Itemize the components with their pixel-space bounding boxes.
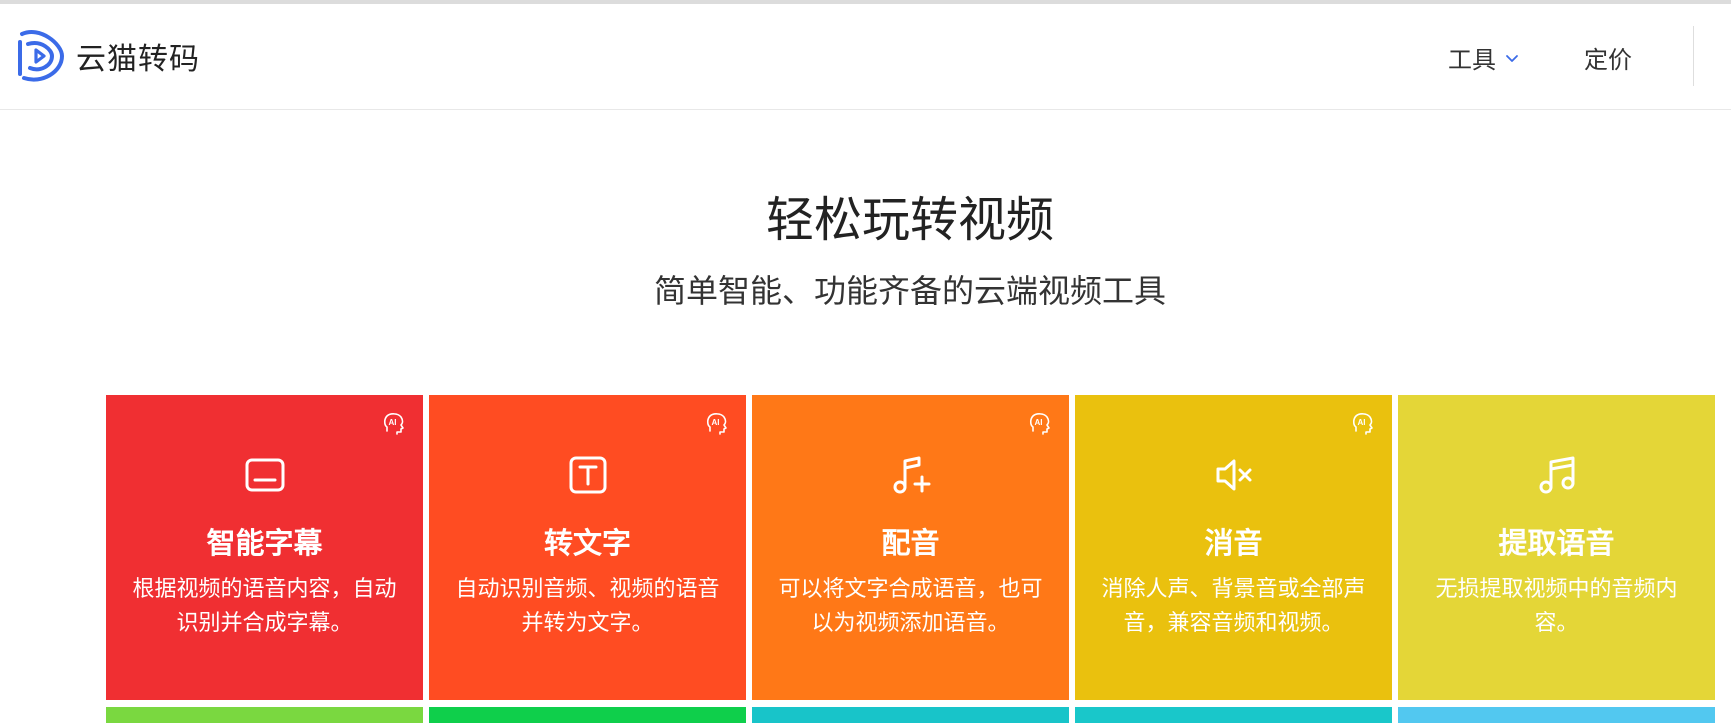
svg-text:AI: AI [1358, 418, 1366, 427]
ai-badge-icon: AI [1352, 413, 1373, 435]
text-icon [569, 456, 606, 494]
subtitle-icon [245, 458, 284, 492]
mute-icon [1216, 459, 1251, 491]
nav-divider [1693, 26, 1694, 86]
nav-pricing[interactable]: 定价 [1584, 40, 1632, 75]
tool-card-speech-to-text[interactable]: AI 转文字 自动识别音频、视频的语音并转为文字。 [429, 395, 746, 700]
tool-card-row2-5[interactable] [1398, 707, 1715, 723]
ai-badge-icon: AI [706, 413, 727, 435]
tool-card-row2-1[interactable] [106, 707, 423, 723]
logo[interactable]: 云猫转码 [14, 28, 200, 84]
brand-name: 云猫转码 [76, 42, 200, 77]
card-title: 配音 [881, 526, 940, 560]
ai-badge-icon: AI [383, 413, 404, 435]
card-desc: 可以将文字合成语音，也可以为视频添加语音。 [778, 577, 1043, 636]
music-icon [1539, 456, 1574, 494]
hero-subtitle: 简单智能、功能齐备的云端视频工具 [653, 272, 1166, 310]
card-title: 消音 [1204, 526, 1263, 560]
chevron-down-icon [1506, 54, 1518, 62]
nav-tools[interactable]: 工具 [1448, 40, 1520, 75]
card-title: 转文字 [543, 526, 631, 560]
ai-badge-icon: AI [1029, 413, 1050, 435]
nav-tools-label: 工具 [1448, 46, 1496, 74]
card-title: 智能字幕 [206, 526, 323, 560]
svg-text:AI: AI [1035, 418, 1043, 427]
cloud-cat-logo-icon [18, 30, 65, 82]
card-title: 提取语音 [1498, 526, 1615, 560]
hero-title: 轻松玩转视频 [765, 192, 1054, 248]
tool-card-row2-4[interactable] [1075, 707, 1392, 723]
tool-card-smart-subtitle[interactable]: AI 智能字幕 根据视频的语音内容，自动识别并合成字幕。 [106, 395, 423, 700]
tool-card-dubbing[interactable]: AI 配音 可以将文字合成语音，也可以为视频添加语音。 [752, 395, 1069, 700]
header: 云猫转码 工具 定价 [0, 4, 1731, 110]
card-desc: 自动识别音频、视频的语音并转为文字。 [455, 577, 720, 636]
svg-text:AI: AI [389, 418, 397, 427]
card-desc: 消除人声、背景音或全部声音，兼容音频和视频。 [1101, 577, 1366, 636]
card-desc: 根据视频的语音内容，自动识别并合成字幕。 [132, 577, 397, 636]
tool-card-mute[interactable]: AI 消音 消除人声、背景音或全部声音，兼容音频和视频。 [1075, 395, 1392, 700]
svg-text:AI: AI [712, 418, 720, 427]
card-desc: 无损提取视频中的音频内容。 [1435, 577, 1678, 636]
music-add-icon [893, 456, 930, 494]
tool-card-extract-audio[interactable]: 提取语音 无损提取视频中的音频内容。 [1398, 395, 1715, 700]
tool-card-row2-2[interactable] [429, 707, 746, 723]
tool-card-row2-3[interactable] [752, 707, 1069, 723]
